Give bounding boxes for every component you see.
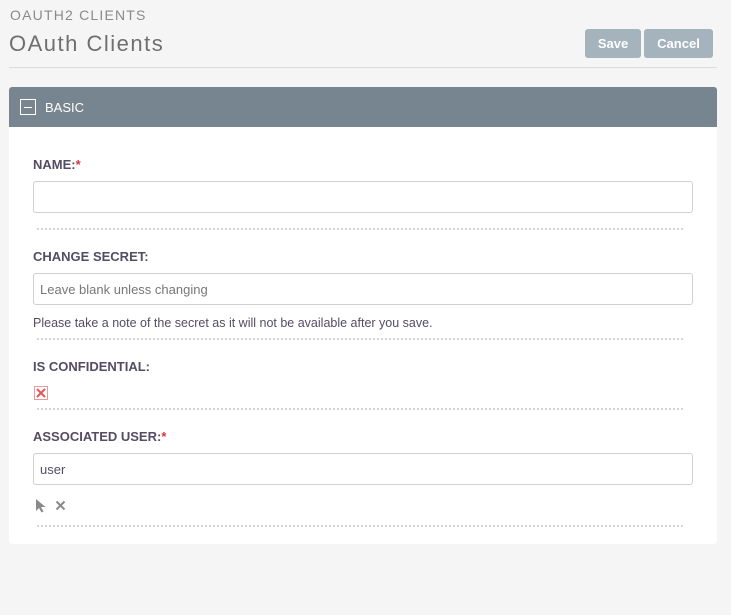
is-confidential-checkbox[interactable] xyxy=(34,386,48,400)
associated-user-label: ASSOCIATED USER:* xyxy=(33,429,167,444)
clear-x-icon[interactable] xyxy=(55,500,66,511)
title-divider xyxy=(9,67,717,68)
divider xyxy=(37,525,683,527)
divider xyxy=(37,338,683,340)
basic-panel: BASIC NAME:* CHANGE SECRET: Please take … xyxy=(9,87,717,544)
save-button[interactable]: Save xyxy=(585,29,641,58)
required-marker: * xyxy=(161,429,167,444)
cancel-button[interactable]: Cancel xyxy=(644,29,713,58)
divider xyxy=(37,408,683,410)
page-title: OAuth Clients xyxy=(9,31,165,56)
name-input[interactable] xyxy=(33,181,693,213)
change-secret-label: CHANGE SECRET: xyxy=(33,249,149,264)
associated-user-input[interactable] xyxy=(33,453,693,485)
panel-header[interactable]: BASIC xyxy=(9,87,717,127)
change-secret-help: Please take a note of the secret as it w… xyxy=(33,316,433,330)
panel-title: BASIC xyxy=(45,99,85,115)
unchecked-x-icon xyxy=(36,388,46,398)
collapse-icon[interactable] xyxy=(20,99,36,115)
relate-actions xyxy=(35,498,66,513)
name-label: NAME:* xyxy=(33,157,81,172)
change-secret-input[interactable] xyxy=(33,273,693,305)
module-name: OAUTH2 CLIENTS xyxy=(10,7,147,23)
select-cursor-icon[interactable] xyxy=(35,498,47,513)
is-confidential-label: IS CONFIDENTIAL: xyxy=(33,359,150,374)
divider xyxy=(37,228,683,230)
required-marker: * xyxy=(75,157,81,172)
